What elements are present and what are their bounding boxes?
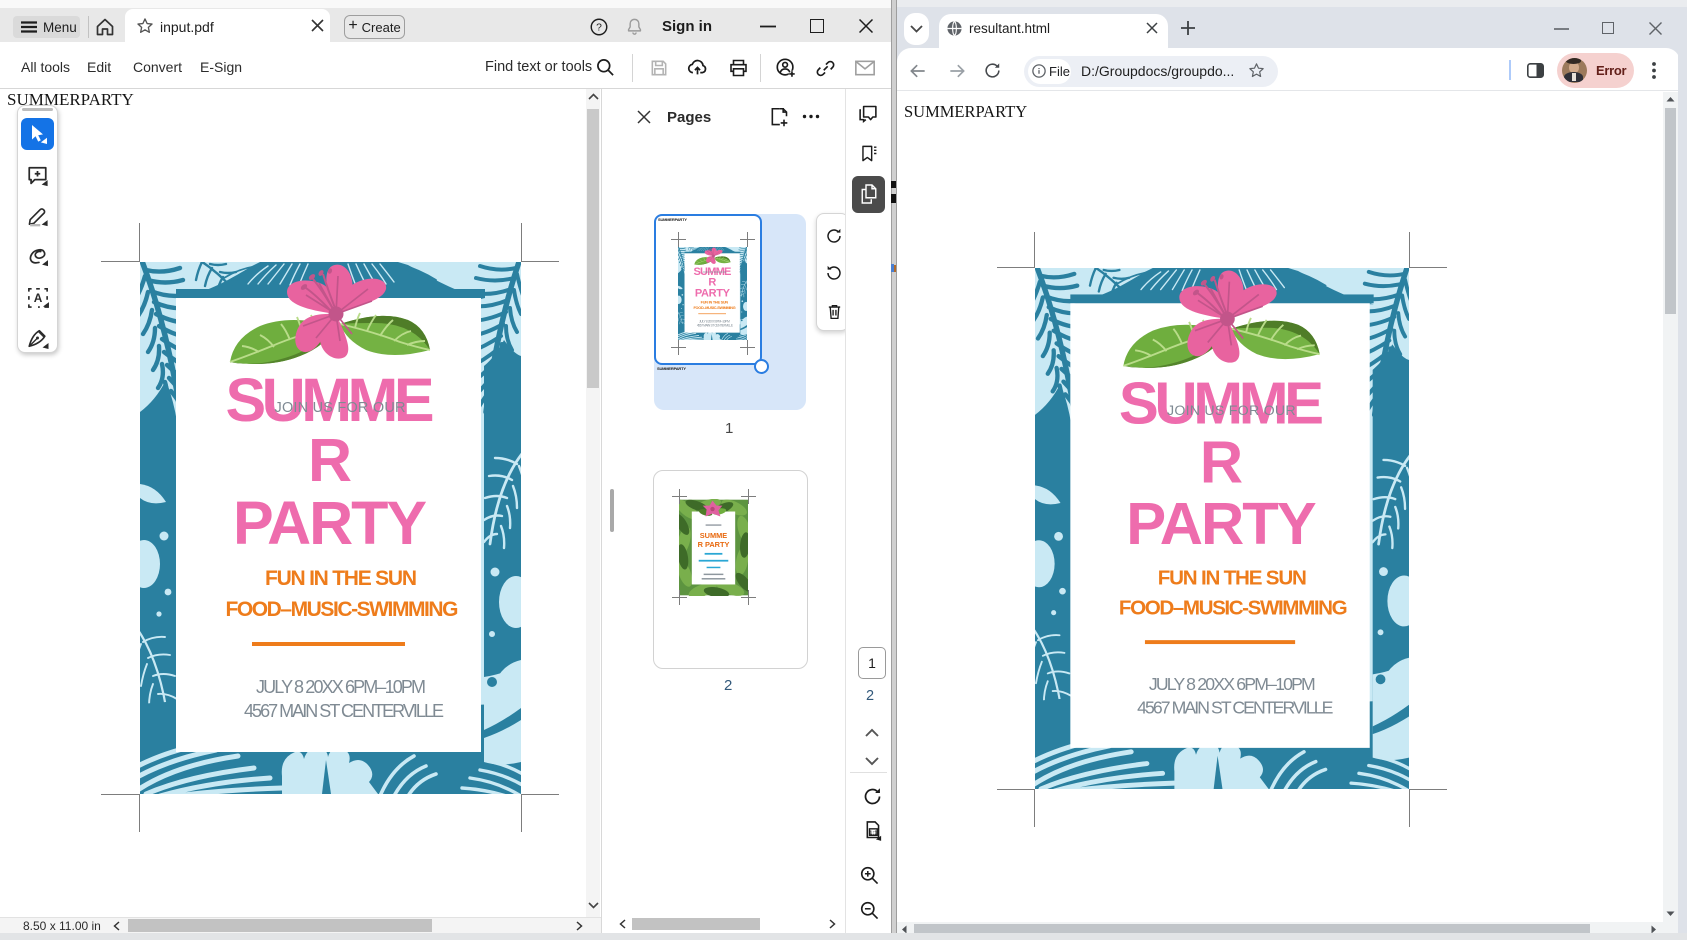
svg-text:?: ? <box>596 23 602 34</box>
svg-text:1:1: 1:1 <box>869 830 877 836</box>
svg-text:A: A <box>34 291 43 305</box>
